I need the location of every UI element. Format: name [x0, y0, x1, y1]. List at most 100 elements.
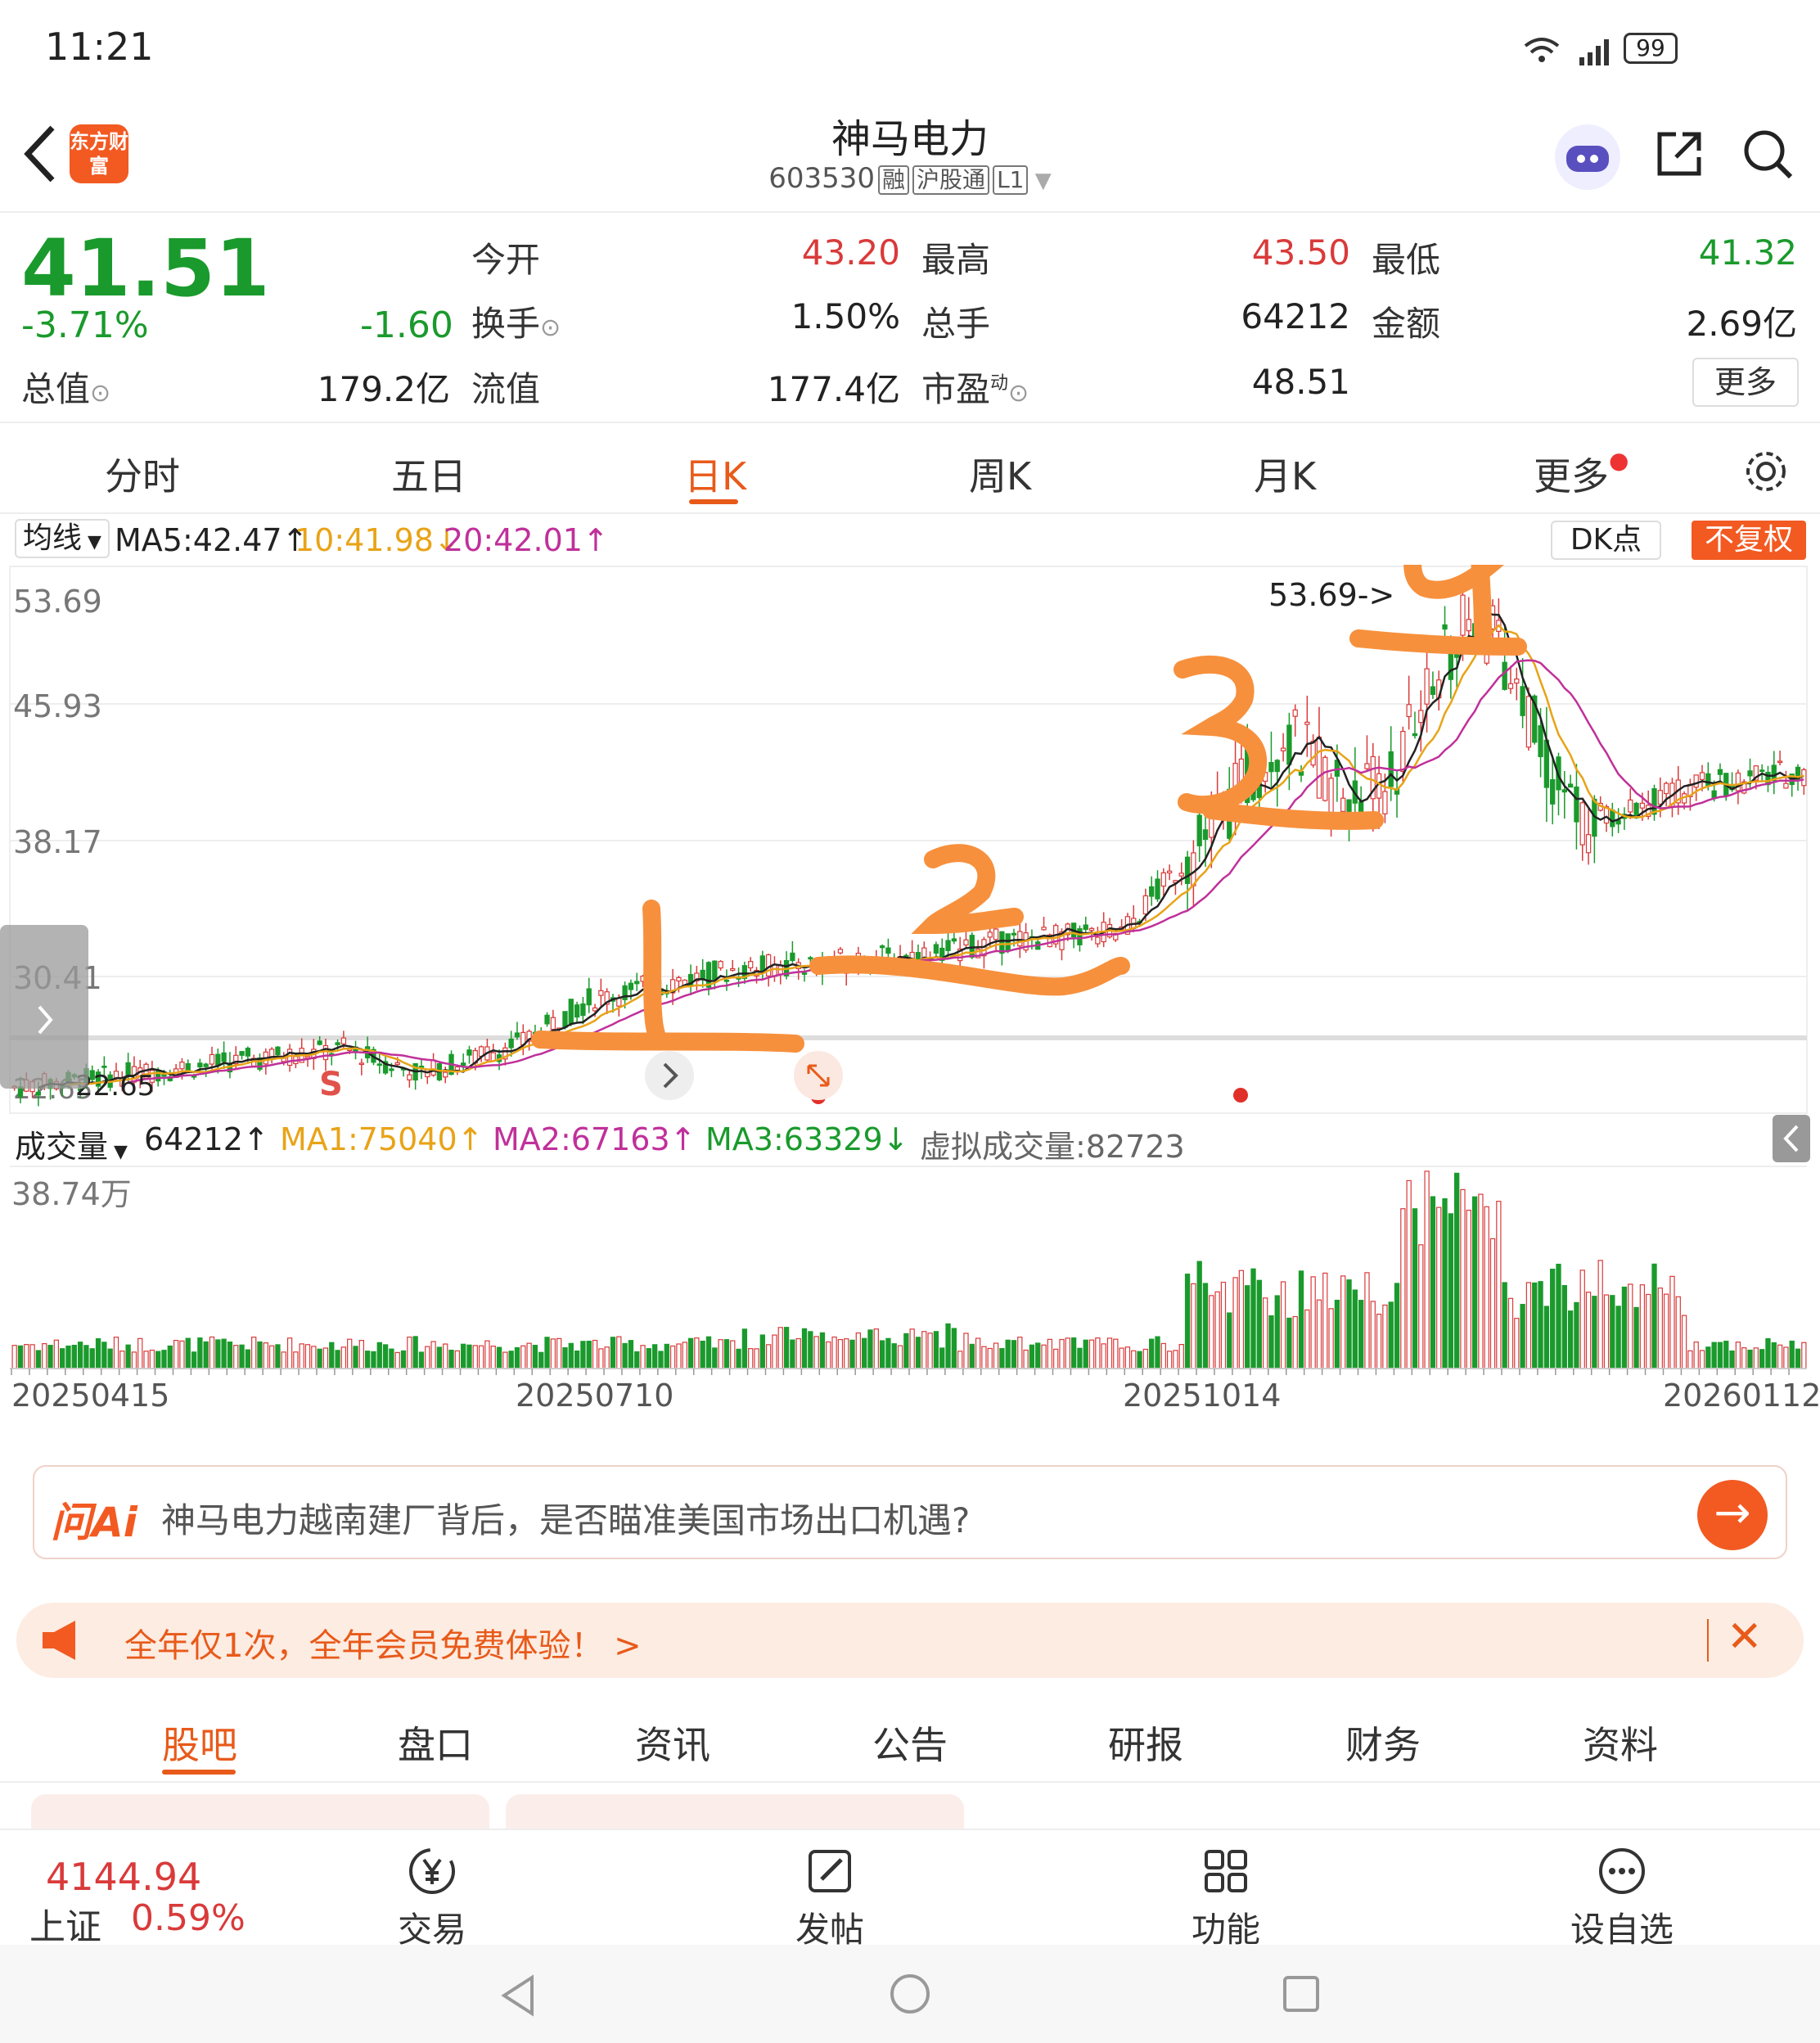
volume-collapse-button[interactable] [1773, 1115, 1810, 1162]
volume-bar [1160, 1342, 1166, 1369]
volume-bar [1232, 1277, 1238, 1369]
settings-gear-icon[interactable] [1743, 449, 1789, 494]
candle-body [723, 979, 730, 982]
tab-monthly-k[interactable]: 月K [1254, 447, 1316, 501]
candle-body [586, 988, 592, 1006]
kline-chart[interactable]: 53.69 45.93 38.17 30.41 22.65 53.69-> 22… [0, 565, 1820, 1465]
market-cap-label[interactable]: 总值⊙ [21, 362, 110, 412]
turnover-label[interactable]: 换手⊙ [471, 296, 561, 346]
candle-body [1340, 797, 1346, 812]
promo-text[interactable]: 全年仅1次，全年会员免费体验！ > [124, 1619, 642, 1666]
close-icon[interactable]: ✕ [1727, 1612, 1763, 1662]
grid-functions-icon[interactable] [1200, 1845, 1252, 1897]
tab-daily-k[interactable]: 日K [684, 447, 746, 501]
event-dot[interactable] [1233, 1088, 1248, 1103]
volume-bar [1196, 1261, 1202, 1369]
tab-news[interactable]: 资讯 [635, 1716, 710, 1770]
volume-bar [1286, 1317, 1292, 1369]
assistant-robot-icon[interactable] [1555, 124, 1620, 190]
candle-body [999, 931, 1005, 954]
share-icon[interactable] [1653, 128, 1705, 180]
indicator-select[interactable]: 均线 ▼ [15, 519, 110, 558]
volume-bar [951, 1328, 957, 1369]
tab-five-day[interactable]: 五日 [391, 447, 466, 501]
status-bar: 11:21 99 [0, 0, 1820, 98]
nav-home-icon[interactable] [887, 1971, 933, 2017]
nav-recents-icon[interactable] [1280, 1973, 1322, 2015]
tab-intraday[interactable]: 分时 [105, 447, 180, 501]
volume-bar [1070, 1337, 1077, 1369]
tab-announcements[interactable]: 公告 [872, 1716, 948, 1770]
tab-profile[interactable]: 资料 [1583, 1716, 1658, 1770]
more-dots-icon[interactable] [1596, 1845, 1648, 1897]
tab-financials[interactable]: 财务 [1345, 1716, 1421, 1770]
candle-body [1304, 721, 1310, 725]
candle-body [508, 1038, 514, 1049]
turnover-value: 1.50% [791, 296, 900, 336]
price-axis-label: 38.17 [13, 824, 102, 860]
volume-bar [1628, 1283, 1633, 1369]
volume-bar [1693, 1341, 1699, 1369]
candle-body [1166, 870, 1173, 874]
ai-question-text[interactable]: 神马电力越南建厂背后，是否瞄准美国市场出口机遇? [161, 1493, 970, 1543]
scroll-right-button[interactable] [645, 1051, 694, 1100]
volume-bar [1514, 1318, 1520, 1369]
candle-body [592, 1007, 598, 1012]
volume-bar [1310, 1276, 1316, 1369]
volume-bar [1364, 1272, 1370, 1369]
trade-yen-icon[interactable] [406, 1845, 458, 1897]
volume-bar [754, 1348, 759, 1369]
more-quote-button[interactable]: 更多 [1692, 358, 1799, 407]
volume-bar [574, 1350, 580, 1369]
candle-body [466, 1049, 472, 1056]
candle-body [676, 976, 682, 982]
volume-bar [322, 1347, 329, 1369]
volume-bar [1615, 1306, 1621, 1369]
volume-bar [879, 1340, 885, 1369]
promo-banner[interactable]: 全年仅1次，全年会员免费体验！ > ✕ [16, 1603, 1804, 1678]
pe-label[interactable]: 市盈动⊙ [921, 362, 1029, 412]
ma20-value: 20:42.01↑ [444, 522, 609, 558]
volume-bar [47, 1345, 53, 1369]
volume-bar [335, 1350, 340, 1369]
search-icon[interactable] [1741, 128, 1794, 180]
volume-bar [1579, 1270, 1585, 1369]
arrow-right-icon[interactable]: → [1697, 1480, 1768, 1550]
volume-bar [1101, 1343, 1106, 1369]
candle-body [1502, 661, 1507, 690]
tab-weekly-k[interactable]: 周K [969, 447, 1031, 501]
sell-signal-marker[interactable]: S [319, 1066, 343, 1103]
candle-body [550, 1017, 556, 1031]
ai-question-bar[interactable]: 问Ai 神马电力越南建厂背后，是否瞄准美国市场出口机遇? → [33, 1465, 1787, 1559]
volume-bar [610, 1337, 616, 1369]
volume-bar [1430, 1196, 1436, 1369]
float-cap-value: 177.4亿 [767, 369, 900, 409]
stock-code-row[interactable]: 603530 融沪股通 L1 ▼ [0, 162, 1820, 195]
volume-bar [221, 1338, 227, 1369]
dk-point-button[interactable]: DK点 [1551, 521, 1661, 560]
tab-research[interactable]: 研报 [1108, 1716, 1183, 1770]
index-ticker[interactable]: 4144.94 上证 0.59% [0, 1830, 246, 1948]
volume-bar [407, 1336, 412, 1369]
nav-back-icon[interactable] [498, 1973, 538, 2018]
volume-bar [1442, 1197, 1448, 1369]
volume-bar [1238, 1270, 1245, 1369]
volume-bar [466, 1344, 472, 1369]
volume-bar [1256, 1279, 1262, 1369]
volume-bar [1262, 1297, 1268, 1369]
tab-order-book[interactable]: 盘口 [398, 1716, 473, 1770]
volume-bar [993, 1342, 999, 1369]
volume-bar [1083, 1339, 1088, 1369]
volume-bar [1245, 1285, 1250, 1369]
tab-more[interactable]: 更多● [1534, 447, 1629, 501]
tab-guba[interactable]: 股吧 [162, 1716, 237, 1770]
volume-bar [299, 1343, 304, 1369]
adjust-type-button[interactable]: 不复权 [1692, 521, 1806, 560]
volume-bar [119, 1351, 125, 1369]
edit-post-icon[interactable] [804, 1845, 856, 1897]
change-amount: -1.60 [360, 304, 453, 346]
chart-expand-handle[interactable] [0, 925, 88, 1089]
quote-panel: 41.51 -3.71% -1.60 总值⊙ 179.2亿 今开 43.20 最… [0, 214, 1820, 423]
volume-bar [556, 1337, 562, 1369]
volume-bar [1520, 1304, 1525, 1369]
